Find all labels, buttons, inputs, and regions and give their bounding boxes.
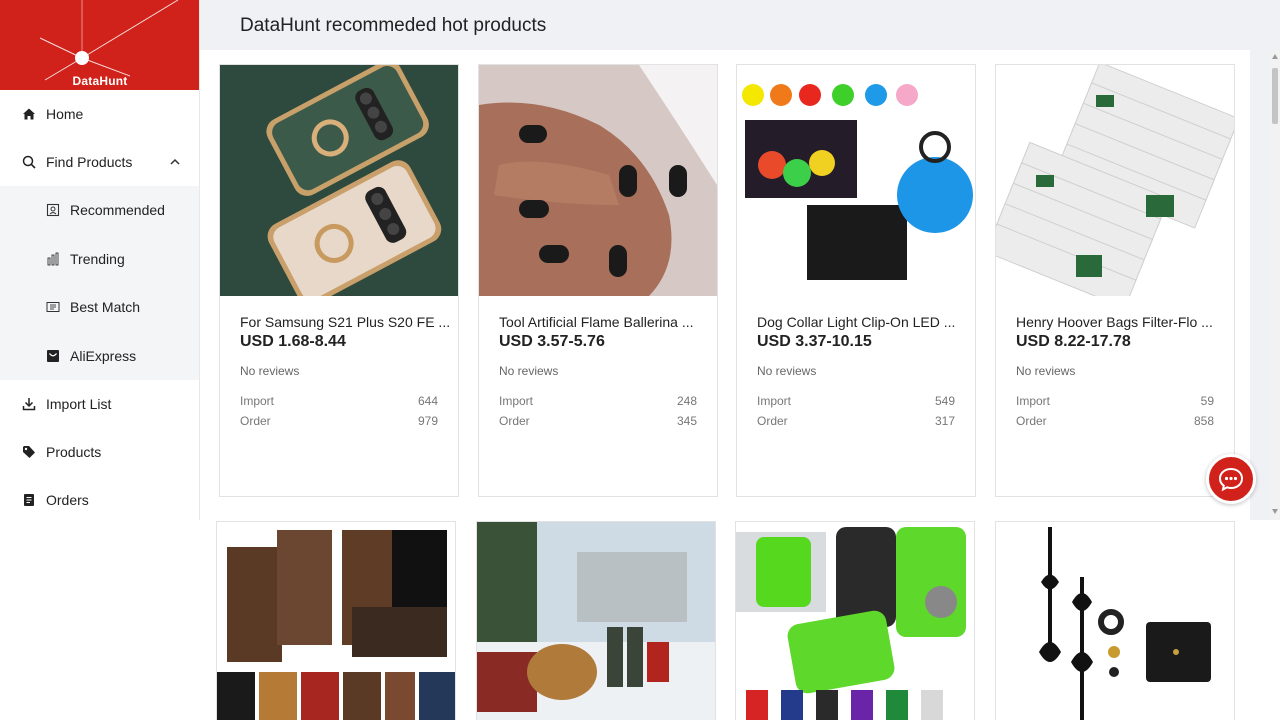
recommended-icon (46, 203, 60, 217)
import-count: 644 (417, 394, 438, 408)
sidebar-item-find-products[interactable]: Find Products (0, 138, 199, 186)
sidebar-item-label: Products (46, 444, 102, 460)
sidebar-item-aliexpress[interactable]: AliExpress (0, 332, 199, 381)
product-card[interactable]: For Samsung S21 Plus S20 FE ... USD 1.68… (219, 64, 459, 497)
sidebar-item-label: Find Products (46, 154, 133, 170)
product-image-wallet-case[interactable] (217, 522, 455, 720)
import-label: Import (1016, 394, 1051, 408)
product-card[interactable]: Dog Collar Light Clip-On LED ... USD 3.3… (736, 64, 976, 497)
order-label: Order (757, 414, 788, 428)
sidebar-item-import-list[interactable]: Import List (0, 380, 199, 428)
product-image-nails[interactable] (479, 65, 717, 296)
product-reviews: No reviews (240, 364, 300, 378)
product-image-hoover-bags[interactable] (996, 65, 1234, 296)
order-label: Order (499, 414, 530, 428)
product-reviews: No reviews (1016, 364, 1076, 378)
product-image-dog-collar-light[interactable] (737, 65, 975, 296)
sidebar-item-label: Home (46, 106, 84, 122)
sidebar-item-products[interactable]: Products (0, 428, 199, 476)
product-card[interactable] (735, 521, 975, 720)
product-title[interactable]: For Samsung S21 Plus S20 FE ... (240, 314, 450, 330)
sidebar-item-label: Import List (46, 396, 112, 412)
chevron-up-icon[interactable] (169, 155, 181, 171)
search-icon (22, 155, 36, 169)
product-card[interactable]: Henry Hoover Bags Filter-Flo ... USD 8.2… (995, 64, 1235, 497)
sidebar-item-home[interactable]: Home (0, 90, 199, 138)
datahunt-logo[interactable]: DataHunt (0, 0, 199, 90)
import-label: Import (499, 394, 534, 408)
trending-icon (46, 252, 60, 266)
aliexpress-icon (46, 349, 60, 363)
sidebar-item-label: Trending (70, 250, 125, 267)
scrollbar-thumb[interactable] (1272, 68, 1278, 124)
order-count: 317 (934, 414, 955, 428)
tag-icon (22, 445, 36, 459)
page-title: DataHunt recommeded hot products (240, 15, 547, 36)
sidebar-item-label: Best Match (70, 299, 141, 316)
chat-button[interactable] (1206, 454, 1256, 504)
product-image-clock-hands[interactable] (996, 522, 1234, 720)
order-label: Order (240, 414, 271, 428)
scroll-down-arrow-icon[interactable] (1270, 504, 1280, 518)
page-header: DataHunt recommeded hot products (200, 0, 1280, 50)
sidebar-item-trending[interactable]: Trending (0, 235, 199, 284)
sidebar-item-label: Orders (46, 492, 89, 508)
sidebar-item-recommended[interactable]: Recommended (0, 186, 199, 235)
product-title[interactable]: Tool Artificial Flame Ballerina ... (499, 314, 694, 330)
order-count: 979 (417, 414, 438, 428)
order-count: 345 (676, 414, 697, 428)
import-icon (22, 397, 36, 411)
best-match-icon (46, 300, 60, 314)
import-count: 59 (1200, 394, 1214, 408)
sidebar-item-label: AliExpress (70, 347, 137, 364)
product-price: USD 1.68-8.44 (240, 333, 346, 350)
product-price: USD 3.37-10.15 (757, 333, 872, 350)
product-price: USD 8.22-17.78 (1016, 333, 1131, 350)
product-card[interactable] (995, 521, 1235, 720)
import-count: 248 (676, 394, 697, 408)
find-products-submenu: Recommended Trending Best Match AliExpre… (0, 186, 199, 380)
product-card[interactable] (216, 521, 456, 720)
product-reviews: No reviews (499, 364, 559, 378)
import-label: Import (240, 394, 275, 408)
product-card[interactable]: Tool Artificial Flame Ballerina ... USD … (478, 64, 718, 497)
product-image-christmas-painting[interactable] (477, 522, 715, 720)
product-reviews: No reviews (757, 364, 817, 378)
sidebar: DataHunt Home Find Products Recommended … (0, 0, 200, 520)
product-title[interactable]: Dog Collar Light Clip-On LED ... (757, 314, 955, 330)
chat-icon (1218, 467, 1244, 492)
sidebar-item-label: Recommended (70, 202, 165, 219)
scroll-up-arrow-icon[interactable] (1270, 50, 1280, 64)
logo-text: DataHunt (72, 74, 128, 88)
product-card[interactable] (476, 521, 716, 720)
order-count: 858 (1193, 414, 1214, 428)
product-title[interactable]: Henry Hoover Bags Filter-Flo ... (1016, 314, 1213, 330)
product-image-green-phone-case[interactable] (736, 522, 974, 720)
import-count: 549 (934, 394, 955, 408)
sidebar-item-best-match[interactable]: Best Match (0, 283, 199, 332)
sidebar-item-orders[interactable]: Orders (0, 476, 199, 520)
orders-icon (22, 493, 36, 507)
order-label: Order (1016, 414, 1047, 428)
import-label: Import (757, 394, 792, 408)
product-price: USD 3.57-5.76 (499, 333, 605, 350)
home-icon (22, 107, 36, 121)
product-image-phone-case[interactable] (220, 65, 458, 296)
